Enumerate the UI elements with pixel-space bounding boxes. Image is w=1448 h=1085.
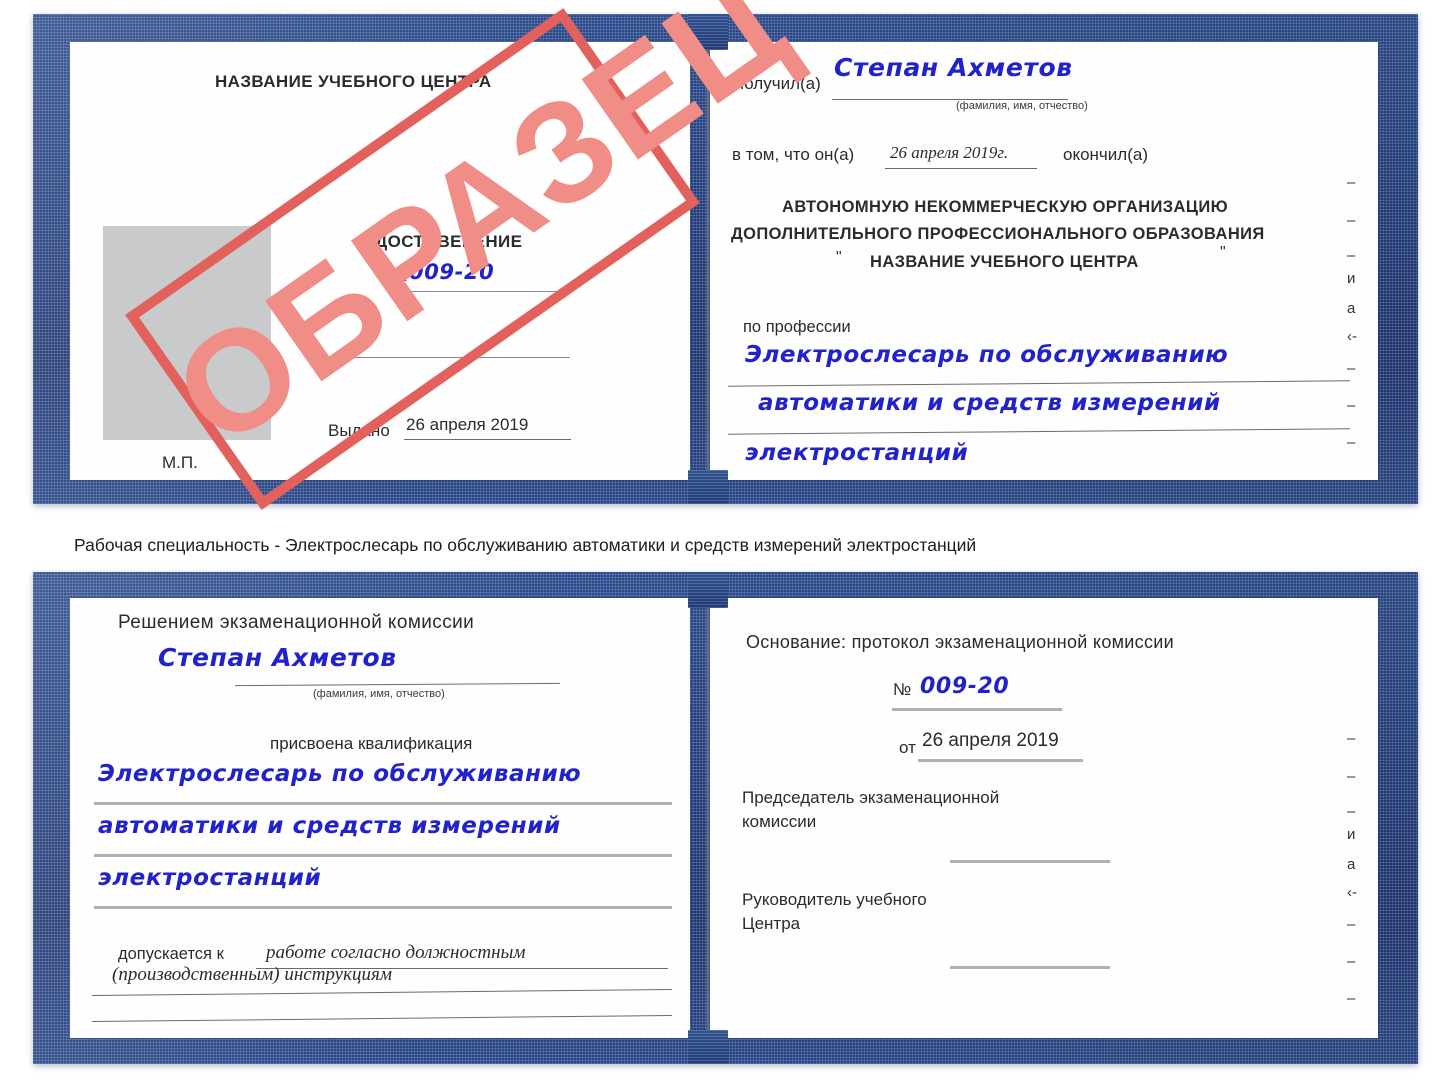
bottom-right-number-label: №	[893, 680, 912, 699]
top-right-org-quote-open: "	[836, 249, 842, 266]
bottom-left-name-rule	[235, 682, 560, 687]
top-right-received-value: Степан Ахметов	[834, 53, 1073, 82]
top-right-org-line2: ДОПОЛНИТЕЛЬНОГО ПРОФЕССИОНАЛЬНОГО ОБРАЗО…	[731, 225, 1265, 243]
top-right-edge-fragment-8: –	[1347, 434, 1356, 451]
top-right-org-line1: АВТОНОМНУЮ НЕКОММЕРЧЕСКУЮ ОРГАНИЗАЦИЮ	[782, 198, 1228, 216]
top-right-org-name: НАЗВАНИЕ УЧЕБНОГО ЦЕНТРА	[870, 253, 1139, 271]
top-right-fio-hint: (фамилия, имя, отчество)	[956, 100, 1088, 112]
bottom-right-date-value: 26 апреля 2019	[922, 730, 1059, 751]
bottom-right-chairman-line2: комиссии	[742, 812, 817, 831]
top-right-edge-fragment-5: ‹-	[1347, 328, 1357, 345]
top-right-edge-fragment-4: а	[1347, 300, 1356, 317]
bottom-right-chairman-line1: Председатель экзаменационной	[742, 788, 1000, 807]
bottom-right-edge-fragment-8: –	[1347, 990, 1356, 1007]
bottom-right-head-line1: Руководитель учебного	[742, 890, 927, 909]
photo-placeholder	[103, 226, 271, 440]
top-right-edge-fragment-3: и	[1347, 270, 1356, 287]
certificate-bottom-spine	[706, 600, 710, 1036]
certificate-top-spine-tab-lower	[688, 470, 728, 504]
bottom-left-admitted-label: допускается к	[118, 945, 224, 963]
bottom-right-basis-label: Основание: протокол экзаменационной коми…	[746, 632, 1174, 652]
top-right-finished-label: окончил(а)	[1063, 145, 1148, 164]
bottom-left-qualification-rule2	[94, 854, 672, 857]
bottom-right-edge-fragment-6: –	[1347, 916, 1356, 933]
top-right-edge-fragment-7: –	[1347, 397, 1356, 414]
top-left-issued-rule	[404, 439, 571, 440]
certificate-bottom-right-page: Основание: протокол экзаменационной коми…	[710, 598, 1378, 1038]
top-right-edge-fragment-6: –	[1347, 360, 1356, 377]
bottom-right-edge-fragment-7: –	[1347, 953, 1356, 970]
top-right-profession-line2: автоматики и средств измерений	[758, 390, 1221, 416]
certificate-bottom-spine-tab-upper	[688, 572, 728, 608]
top-left-number-value: 009-20	[409, 260, 495, 284]
bottom-left-admitted-rule2	[92, 988, 672, 997]
bottom-right-edge-fragment-2: –	[1347, 803, 1356, 820]
top-right-org-quote-close: "	[1220, 244, 1226, 261]
screenshot-canvas: НАЗВАНИЕ УЧЕБНОГО ЦЕНТРА УДОСТОВЕРЕНИЕ №…	[0, 0, 1448, 1085]
certificate-top-spine	[706, 44, 710, 478]
top-left-issued-label: Выдано	[328, 421, 390, 440]
top-right-profession-rule2	[728, 428, 1350, 435]
bottom-left-heading: Решением экзаменационной комиссии	[118, 612, 475, 633]
certificate-top-left-page: НАЗВАНИЕ УЧЕБНОГО ЦЕНТРА УДОСТОВЕРЕНИЕ №…	[70, 42, 690, 480]
bottom-right-date-rule	[918, 759, 1083, 762]
certificate-top-spine-tab-upper	[688, 14, 728, 50]
bottom-left-fio-hint: (фамилия, имя, отчество)	[313, 688, 445, 700]
top-left-issued-value: 26 апреля 2019	[406, 415, 529, 434]
top-right-edge-fragment-2: –	[1347, 247, 1356, 264]
top-left-stamp-place: М.П.	[162, 453, 198, 472]
bottom-right-date-label: от	[899, 738, 916, 757]
top-right-profession-line1: Электрослесарь по обслуживанию	[745, 342, 1229, 368]
top-right-completion-rule	[885, 168, 1037, 169]
top-right-that-he-label: в том, что он(а)	[732, 145, 855, 164]
top-right-profession-rule1	[728, 380, 1350, 387]
certificate-bottom-spine-tab-lower	[688, 1030, 728, 1064]
bottom-left-qualification-rule3	[94, 906, 672, 909]
top-right-received-label: Получил(а)	[732, 74, 821, 93]
bottom-right-chairman-signature-rule	[950, 860, 1110, 863]
top-right-completion-date: 26 апреля 2019г.	[890, 143, 1009, 162]
bottom-right-edge-fragment-3: и	[1347, 826, 1356, 843]
bottom-left-admitted-value-line1: работе согласно должностным	[266, 942, 526, 963]
bottom-left-qualification-line3: электростанций	[98, 865, 322, 891]
top-left-center-name: НАЗВАНИЕ УЧЕБНОГО ЦЕНТРА	[215, 72, 492, 91]
bottom-left-qualification-line1: Электрослесарь по обслуживанию	[98, 761, 582, 787]
bottom-left-qualification-rule1	[94, 802, 672, 805]
caption-text: Рабочая специальность - Электрослесарь п…	[74, 535, 977, 555]
top-left-blank-rule	[335, 357, 570, 358]
bottom-right-number-value: 009-20	[920, 674, 1010, 699]
bottom-right-head-line2: Центра	[742, 914, 801, 933]
bottom-right-edge-fragment-5: ‹-	[1347, 884, 1357, 901]
certificate-bottom-left-page: Решением экзаменационной комиссии Степан…	[70, 598, 690, 1038]
bottom-right-edge-fragment-0: –	[1347, 730, 1356, 747]
top-right-profession-label: по профессии	[743, 318, 851, 336]
top-left-number-label: №	[389, 266, 408, 285]
certificate-top-right-page: Получил(а) Степан Ахметов (фамилия, имя,…	[710, 42, 1378, 480]
bottom-left-admitted-value-line2: (производственным) инструкциям	[112, 964, 392, 985]
bottom-right-head-signature-rule	[950, 966, 1110, 969]
bottom-left-name-value: Степан Ахметов	[158, 643, 397, 672]
bottom-right-edge-fragment-1: –	[1347, 768, 1356, 785]
bottom-left-qualification-line2: автоматики и средств измерений	[98, 813, 561, 839]
bottom-left-qualification-label: присвоена квалификация	[270, 734, 473, 753]
bottom-right-number-rule	[892, 708, 1062, 711]
top-right-profession-line3: электростанций	[745, 440, 969, 466]
top-left-title: УДОСТОВЕРЕНИЕ	[365, 232, 523, 251]
bottom-right-edge-fragment-4: а	[1347, 856, 1356, 873]
top-right-edge-fragment-0: –	[1347, 174, 1356, 191]
top-left-number-rule	[388, 291, 570, 292]
top-right-edge-fragment-1: –	[1347, 212, 1356, 229]
bottom-left-admitted-rule3	[92, 1014, 672, 1023]
